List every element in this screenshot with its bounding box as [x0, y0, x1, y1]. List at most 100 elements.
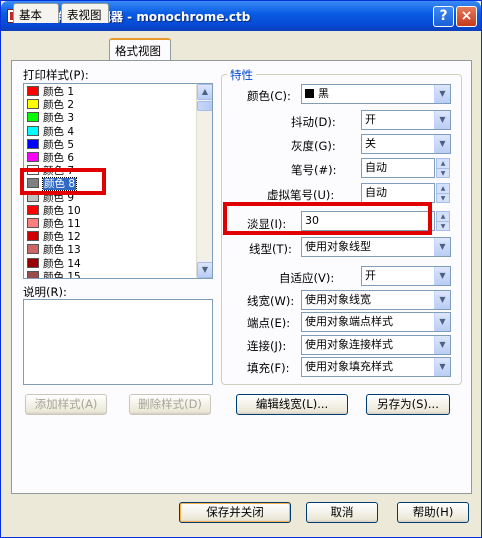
style-name: 颜色 14 [43, 257, 81, 270]
dither-label: 抖动(D): [291, 115, 336, 129]
style-list-item[interactable]: 颜色 5 [27, 138, 75, 152]
color-swatch-icon [27, 138, 39, 149]
adaptive-select[interactable]: 开 ▼ [361, 266, 451, 286]
delete-style-button[interactable]: 删除样式(D) [129, 394, 211, 415]
style-list-item[interactable]: 颜色 6 [27, 152, 74, 165]
style-list-item[interactable]: 颜色 14 [27, 257, 81, 271]
styles-scrollbar[interactable]: ▲ ▼ [196, 84, 212, 278]
lineweight-value: 使用对象线宽 [305, 293, 371, 306]
endstyle-value: 使用对象端点样式 [305, 315, 393, 328]
lineweight-label: 线宽(W): [247, 294, 295, 308]
chevron-down-icon[interactable]: ▼ [434, 85, 450, 103]
adaptive-value: 开 [365, 269, 376, 282]
chevron-down-icon[interactable]: ▼ [434, 135, 450, 153]
joinstyle-select[interactable]: 使用对象连接样式 ▼ [301, 335, 451, 355]
style-name: 颜色 1 [43, 86, 75, 98]
tab-basic[interactable]: 基本 [13, 3, 59, 23]
style-name: 颜色 6 [43, 152, 75, 164]
scroll-down-icon[interactable]: ▼ [197, 262, 212, 278]
style-list-item[interactable]: 颜色 10 [27, 204, 81, 218]
color-swatch-icon [27, 270, 39, 278]
spin-down-icon[interactable]: ▼ [437, 221, 449, 230]
color-swatch-icon [27, 257, 39, 268]
adaptive-label: 自适应(V): [279, 271, 335, 285]
style-list-item[interactable]: 颜色 3 [27, 112, 74, 125]
joinstyle-value: 使用对象连接样式 [305, 338, 393, 351]
tab-form-view[interactable]: 格式视图 [109, 38, 171, 61]
color-swatch-icon [27, 99, 39, 110]
dither-select[interactable]: 开 ▼ [361, 110, 451, 130]
color-swatch-icon [27, 86, 39, 96]
chevron-down-icon[interactable]: ▼ [434, 111, 450, 129]
linetype-value: 使用对象线型 [305, 240, 371, 253]
lineweight-select[interactable]: 使用对象线宽 ▼ [301, 290, 451, 310]
styles-label: 打印样式(P): [23, 68, 89, 82]
add-style-button[interactable]: 添加样式(A) [25, 394, 107, 415]
spin-down-icon[interactable]: ▼ [437, 193, 449, 202]
style-list-item[interactable]: 颜色 11 [27, 218, 81, 231]
style-list-item[interactable]: 颜色 15 [27, 270, 81, 279]
save-and-close-button[interactable]: 保存并关闭 [179, 502, 291, 523]
style-list-item[interactable]: 颜色 4 [27, 125, 74, 139]
chevron-down-icon[interactable]: ▼ [434, 313, 450, 331]
grayscale-value: 关 [365, 137, 376, 150]
chevron-down-icon[interactable]: ▼ [434, 358, 450, 376]
edit-lineweights-button[interactable]: 编辑线宽(L)... [236, 394, 348, 415]
help-button[interactable]: 帮助(H) [397, 502, 469, 523]
description-label: 说明(R): [23, 285, 67, 299]
style-list-item[interactable]: 颜色 13 [27, 244, 81, 257]
properties-title: 特性 [227, 67, 256, 83]
spin-up-icon[interactable]: ▲ [437, 184, 449, 193]
close-button[interactable]: × [456, 6, 477, 27]
chevron-down-icon[interactable]: ▼ [434, 267, 450, 285]
color-swatch-icon [27, 244, 39, 255]
style-list-item[interactable]: 颜色 12 [27, 231, 81, 244]
help-title-button[interactable]: ? [433, 6, 454, 27]
chevron-down-icon[interactable]: ▼ [434, 291, 450, 309]
scroll-up-icon[interactable]: ▲ [197, 84, 212, 100]
color-label: 颜色(C): [247, 89, 291, 103]
color-value: 黑 [318, 87, 329, 100]
fillstyle-value: 使用对象填充样式 [305, 360, 393, 373]
spin-up-icon[interactable]: ▲ [437, 159, 449, 168]
linetype-select[interactable]: 使用对象线型 ▼ [301, 237, 451, 257]
black-swatch-icon [305, 89, 314, 98]
style-name: 颜色 3 [43, 112, 75, 125]
virtual-pen-spinner[interactable]: ▲ ▼ [436, 183, 450, 203]
tab-table-view[interactable]: 表视图 [61, 3, 109, 23]
joinstyle-label: 连接(J): [247, 339, 287, 353]
style-list-item[interactable]: 颜色 2 [27, 99, 74, 112]
color-swatch-icon [27, 204, 39, 215]
style-name: 颜色 12 [43, 231, 81, 244]
cancel-button[interactable]: 取消 [306, 502, 378, 523]
spin-up-icon[interactable]: ▲ [437, 212, 449, 221]
color-swatch-icon [27, 112, 39, 123]
fillstyle-select[interactable]: 使用对象填充样式 ▼ [301, 357, 451, 377]
description-textarea[interactable] [23, 299, 213, 385]
color-select[interactable]: 黑 ▼ [301, 84, 451, 104]
style-name: 颜色 2 [43, 99, 75, 112]
spin-down-icon[interactable]: ▼ [437, 168, 449, 177]
style-name: 颜色 13 [43, 244, 81, 257]
pen-input[interactable]: 自动 [361, 158, 435, 178]
virtual-pen-label: 虚拟笔号(U): [267, 188, 335, 202]
color-swatch-icon [27, 125, 39, 136]
linetype-label: 线型(T): [249, 242, 292, 256]
style-name: 颜色 5 [43, 138, 75, 151]
grayscale-select[interactable]: 关 ▼ [361, 134, 451, 154]
highlight-box-style [20, 168, 106, 195]
virtual-pen-input[interactable]: 自动 [361, 183, 435, 203]
save-as-button[interactable]: 另存为(S)... [366, 394, 450, 415]
dialog-window: 打印样式表编辑器 - monochrome.ctb ? × 基本 表视图 格式视… [0, 0, 482, 538]
color-swatch-icon [27, 152, 39, 162]
style-list-item[interactable]: 颜色 1 [27, 86, 74, 99]
style-name: 颜色 11 [43, 218, 81, 230]
endstyle-select[interactable]: 使用对象端点样式 ▼ [301, 312, 451, 332]
pen-spinner[interactable]: ▲ ▼ [436, 158, 450, 178]
highlight-box-screening [223, 202, 432, 235]
screening-spinner[interactable]: ▲ ▼ [436, 211, 450, 231]
chevron-down-icon[interactable]: ▼ [434, 238, 450, 256]
chevron-down-icon[interactable]: ▼ [434, 336, 450, 354]
style-name: 颜色 15 [43, 270, 81, 279]
scroll-thumb[interactable] [197, 101, 212, 111]
